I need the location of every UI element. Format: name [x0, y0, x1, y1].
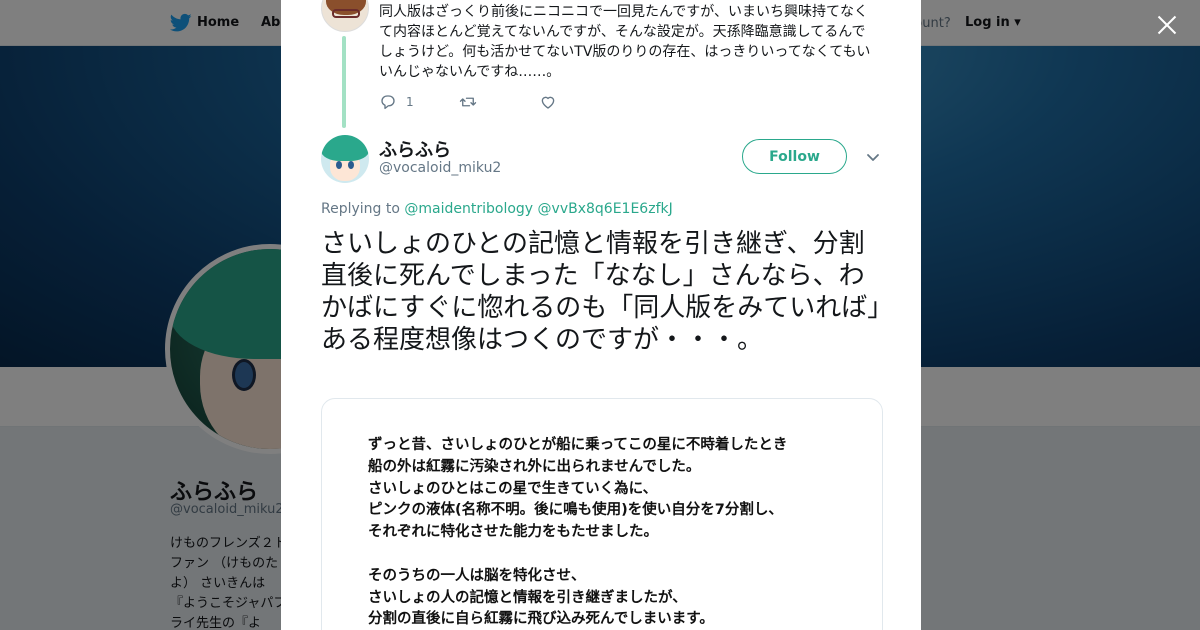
media-text-block: ずっと昔、さいしょのひとが船に乗ってこの星に不時着したとき 船の外は紅霧に汚染さ… — [368, 435, 878, 630]
author-avatar[interactable] — [321, 135, 369, 183]
media-text-line: それぞれに特化させた能力をもたせました。 — [368, 524, 658, 541]
follow-button[interactable]: Follow — [742, 139, 847, 174]
media-text-line: そのうちの一人は脳を特化させ、 — [368, 567, 586, 584]
replying-label: Replying to — [321, 201, 400, 217]
media-text-line: 船の外は紅霧に汚染され外に出られませんでした。 — [368, 458, 701, 475]
close-icon[interactable] — [1154, 12, 1180, 38]
thread-line — [342, 36, 346, 128]
tweet-modal: 同人版はざっくり前後にニコニコで一回見たんですが、いまいち興味持てなくて内容ほと… — [281, 0, 921, 630]
avatar-hair — [321, 135, 369, 161]
tweet-text: さいしょのひとの記憶と情報を引き継ぎ、分割直後に死んでしまった「ななし」さんなら… — [321, 229, 881, 355]
media-text-line: ピンクの液体(名称不明。後に鳴も使用)を使い自分を7分割し、 — [368, 502, 783, 519]
replying-to: Replying to @maidentribology @vvBx8q6E1E… — [321, 201, 673, 217]
media-text-line: さいしょのひとはこの星で生きていく為に、 — [368, 480, 658, 497]
reply-button[interactable]: 1 — [379, 92, 414, 112]
media-text-line — [368, 544, 878, 566]
media-text-line: ずっと昔、さいしょのひとが船に乗ってこの星に不時着したとき — [368, 437, 788, 453]
retweet-icon — [459, 97, 477, 107]
author-handle[interactable]: @vocaloid_miku2 — [379, 160, 501, 176]
author-name[interactable]: ふらふら — [379, 136, 451, 162]
heart-icon — [541, 96, 555, 109]
media-text-line: さいしょの人の記憶と情報を引き継ぎましたが、 — [368, 589, 687, 606]
retweet-button[interactable] — [459, 92, 477, 112]
mention-link[interactable]: @vvBx8q6E1E6zfkJ — [538, 201, 673, 217]
previous-tweet-avatar[interactable] — [321, 0, 369, 32]
avatar-eye — [348, 161, 354, 169]
reply-icon — [381, 95, 395, 110]
previous-tweet-text: 同人版はざっくり前後にニコニコで一回見たんですが、いまいち興味持てなくて内容ほと… — [379, 4, 871, 80]
mention-link[interactable]: @maidentribology — [404, 201, 533, 217]
avatar-glasses — [332, 9, 360, 18]
reply-count: 1 — [406, 95, 414, 109]
tweet-media-image[interactable]: ずっと昔、さいしょのひとが船に乗ってこの星に不時着したとき 船の外は紅霧に汚染さ… — [321, 398, 883, 630]
like-button[interactable] — [539, 92, 557, 112]
avatar-eye — [336, 161, 342, 169]
media-text-line: 分割の直後に自ら紅霧に飛び込み死んでしまいます。 — [368, 611, 714, 628]
chevron-down-icon[interactable] — [865, 149, 881, 165]
